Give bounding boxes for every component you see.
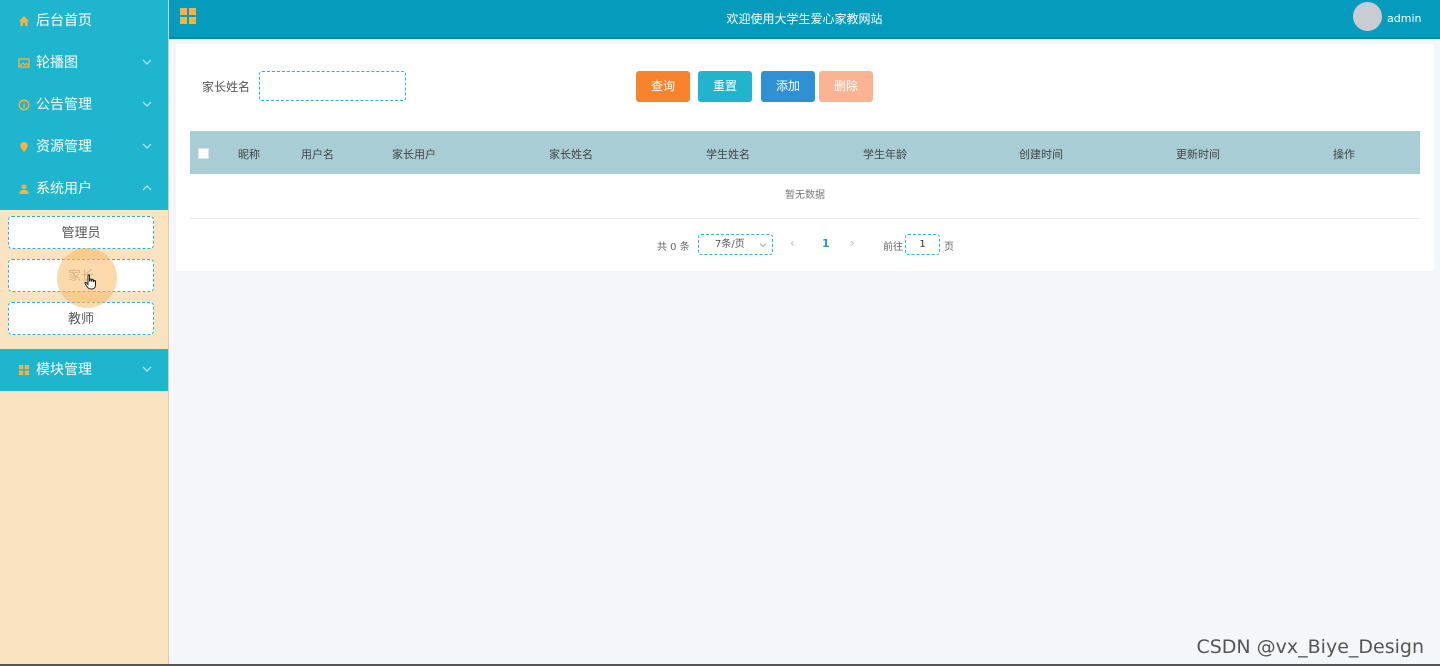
sidebar-item-label: 资源管理 bbox=[36, 139, 92, 155]
site-title: 欢迎使用大学生爱心家教网站 bbox=[726, 12, 883, 26]
page-suffix: 页 bbox=[944, 242, 954, 253]
location-icon bbox=[17, 140, 30, 153]
sidebar-item-resource[interactable]: 资源管理 bbox=[0, 126, 168, 168]
column-header: 学生年龄 bbox=[863, 148, 907, 161]
column-header[interactable]: 创建时间 bbox=[1019, 146, 1063, 162]
sidebar-item-label: 轮播图 bbox=[36, 55, 78, 71]
column-header: 用户名 bbox=[301, 148, 334, 161]
submenu-item-parent[interactable]: 家长 bbox=[8, 259, 154, 292]
avatar[interactable] bbox=[1353, 2, 1382, 31]
column-header: 家长用户 bbox=[392, 148, 436, 161]
empty-text: 暂无数据 bbox=[190, 174, 1420, 219]
prev-page-icon[interactable]: ‹ bbox=[790, 236, 795, 250]
next-page-icon[interactable]: › bbox=[850, 236, 855, 250]
select-all-checkbox[interactable] bbox=[198, 148, 209, 159]
goto-label: 前往 bbox=[883, 242, 903, 253]
table-header: 昵称 用户名 家长用户 家长姓名 学生姓名 学生年龄 创建时间 更新时间 操作 bbox=[190, 131, 1420, 174]
info-icon bbox=[17, 98, 30, 111]
pagination-total: 共 0 条 bbox=[657, 242, 690, 253]
goto-page-input[interactable]: 1 bbox=[905, 234, 940, 255]
chevron-down-icon bbox=[759, 243, 767, 248]
add-button[interactable]: 添加 bbox=[761, 71, 815, 102]
submenu-system-users: 管理员 家长 教师 bbox=[0, 210, 168, 349]
column-header: 家长姓名 bbox=[549, 148, 593, 161]
chevron-down-icon bbox=[142, 366, 152, 372]
username[interactable]: admin bbox=[1387, 12, 1421, 25]
top-header: 欢迎使用大学生爱心家教网站 admin bbox=[169, 0, 1440, 39]
sidebar-item-label: 模块管理 bbox=[36, 362, 92, 378]
parent-name-input[interactable] bbox=[259, 71, 406, 101]
app-root: 后台首页 轮播图 公告管理 资源管理 系统用户 管理员 家长 教师 模块管理 欢… bbox=[0, 0, 1440, 666]
content-panel: 家长姓名 查询 重置 添加 删除 昵称 用户名 家长用户 家长姓名 学生姓名 学… bbox=[176, 44, 1434, 271]
sidebar-item-system-users[interactable]: 系统用户 bbox=[0, 168, 168, 210]
delete-button[interactable]: 删除 bbox=[819, 71, 873, 102]
sidebar-item-label: 系统用户 bbox=[36, 181, 92, 197]
submenu-item-teacher[interactable]: 教师 bbox=[8, 302, 154, 335]
sidebar-item-label: 公告管理 bbox=[36, 97, 92, 113]
page-size-select[interactable]: 7条/页 bbox=[698, 234, 773, 255]
chevron-down-icon bbox=[142, 143, 152, 149]
sidebar-item-notice[interactable]: 公告管理 bbox=[0, 84, 168, 126]
pagination: 共 0 条 7条/页 ‹ 1 › 前往 1 页 bbox=[176, 234, 1434, 256]
grid-icon bbox=[17, 363, 30, 376]
submenu-item-admin[interactable]: 管理员 bbox=[8, 216, 154, 249]
column-header[interactable]: 更新时间 bbox=[1176, 146, 1220, 162]
sidebar-item-modules[interactable]: 模块管理 bbox=[0, 349, 168, 391]
search-label: 家长姓名 bbox=[202, 80, 251, 94]
column-header: 学生姓名 bbox=[706, 148, 750, 161]
sidebar-item-home[interactable]: 后台首页 bbox=[0, 0, 168, 42]
sidebar-item-label: 后台首页 bbox=[36, 13, 92, 29]
image-icon bbox=[17, 56, 30, 69]
chevron-down-icon bbox=[142, 59, 152, 65]
sidebar-item-carousel[interactable]: 轮播图 bbox=[0, 42, 168, 84]
page-number[interactable]: 1 bbox=[822, 237, 830, 250]
user-icon bbox=[17, 182, 30, 195]
column-header: 操作 bbox=[1333, 148, 1355, 161]
home-icon bbox=[17, 14, 30, 27]
data-table: 昵称 用户名 家长用户 家长姓名 学生姓名 学生年龄 创建时间 更新时间 操作 … bbox=[190, 131, 1420, 219]
column-header: 昵称 bbox=[238, 148, 260, 161]
sidebar: 后台首页 轮播图 公告管理 资源管理 系统用户 管理员 家长 教师 模块管理 bbox=[0, 0, 169, 666]
reset-button[interactable]: 重置 bbox=[698, 71, 752, 102]
watermark: CSDN @vx_Biye_Design bbox=[1196, 636, 1424, 658]
page-size-value: 7条/页 bbox=[715, 239, 745, 250]
chevron-up-icon bbox=[142, 185, 152, 191]
chevron-down-icon bbox=[142, 101, 152, 107]
query-button[interactable]: 查询 bbox=[636, 71, 690, 102]
